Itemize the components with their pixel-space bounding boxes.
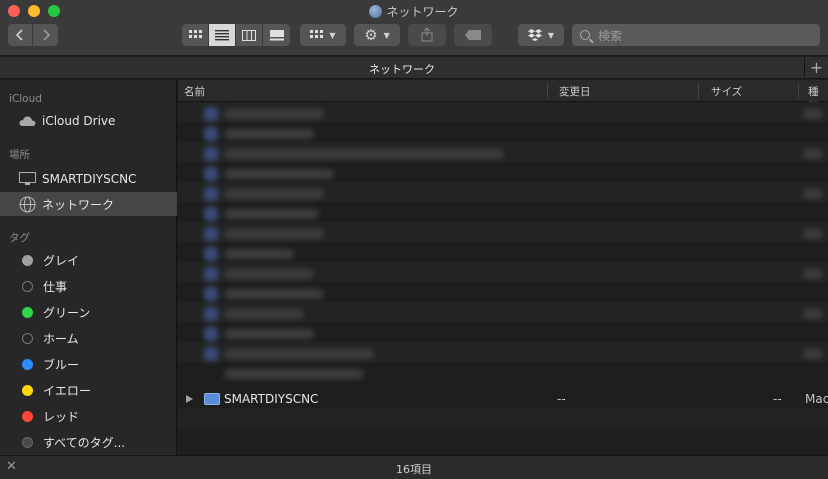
- sidebar-item-tag-work[interactable]: 仕事: [0, 274, 177, 298]
- column-name[interactable]: 名前: [184, 84, 205, 99]
- sidebar-item-network[interactable]: ネットワーク: [0, 192, 177, 216]
- sidebar-item-tag-yellow[interactable]: イエロー: [0, 378, 177, 402]
- sidebar-item-tag-red[interactable]: レッド: [0, 404, 177, 428]
- sidebar-item-tag-home[interactable]: ホーム: [0, 326, 177, 350]
- computer-icon: [204, 393, 220, 405]
- column-view-button[interactable]: [236, 24, 263, 46]
- gear-icon: ⚙: [364, 26, 378, 44]
- row-name: SMARTDIYSCNC: [224, 392, 319, 406]
- yellow-tag-dot-icon: [22, 384, 33, 396]
- column-size[interactable]: サイズ: [711, 84, 742, 99]
- add-tab-button[interactable]: +: [804, 57, 828, 79]
- row-date: --: [557, 392, 566, 406]
- empty-row: [178, 429, 828, 449]
- gallery-view-button[interactable]: [263, 24, 290, 46]
- row-kind: Mac: [805, 392, 828, 406]
- green-tag-dot-icon: [22, 306, 33, 318]
- sidebar-item-tag-blue[interactable]: ブルー: [0, 352, 177, 376]
- column-divider[interactable]: [798, 83, 799, 99]
- column-divider[interactable]: [547, 83, 548, 99]
- sidebar-item-icloud-drive[interactable]: iCloud Drive: [0, 109, 177, 133]
- chevron-left-icon: [15, 29, 23, 41]
- columns-icon: [242, 29, 256, 41]
- view-mode-segment: [182, 24, 290, 46]
- empty-row: [178, 409, 828, 429]
- nav-buttons: [8, 24, 58, 46]
- chevron-down-icon: ▼: [383, 30, 390, 40]
- share-button[interactable]: [408, 24, 446, 46]
- sidebar-heading-icloud: iCloud: [9, 93, 42, 105]
- dropbox-button[interactable]: ▼: [518, 24, 564, 46]
- search-icon: [580, 30, 590, 40]
- tag-dot-icon: [22, 332, 33, 344]
- sidebar-heading-locations: 場所: [9, 149, 30, 161]
- sidebar-heading-tags: タグ: [9, 232, 30, 244]
- share-icon: [421, 28, 433, 42]
- disclosure-triangle-icon[interactable]: [186, 395, 193, 403]
- search-placeholder: 検索: [598, 28, 623, 43]
- item-count: 16項目: [396, 463, 432, 476]
- tag-dot-icon: [22, 280, 33, 292]
- chevron-down-icon: ▼: [329, 30, 336, 40]
- sidebar-item-smartdiyscnc[interactable]: SMARTDIYSCNC: [0, 167, 177, 191]
- network-globe-icon: [369, 5, 383, 18]
- sidebar-item-tag-gray[interactable]: グレイ: [0, 248, 177, 272]
- sidebar-item-tag-green[interactable]: グリーン: [0, 300, 177, 324]
- all-tags-icon: [22, 436, 33, 448]
- window-title: ネットワーク: [0, 3, 828, 20]
- column-date[interactable]: 変更日: [559, 84, 591, 99]
- column-header: 名前 変更日 サイズ 種類: [178, 80, 828, 113]
- group-by-button[interactable]: ▼: [300, 24, 346, 46]
- tab-network[interactable]: ネットワーク: [0, 61, 804, 77]
- toolbar: ネットワーク ▼ ⚙ ▼ ▼ 検索: [0, 0, 828, 56]
- list-view-button[interactable]: [209, 24, 236, 46]
- red-tag-dot-icon: [22, 410, 33, 422]
- back-button[interactable]: [8, 24, 33, 46]
- blue-tag-dot-icon: [22, 358, 33, 370]
- table-row[interactable]: SMARTDIYSCNC -- -- Mac: [178, 389, 828, 409]
- forward-button[interactable]: [33, 24, 58, 46]
- obscured-file-rows: [178, 102, 828, 388]
- network-globe-icon: [19, 196, 36, 212]
- icon-view-button[interactable]: [182, 24, 209, 46]
- column-divider[interactable]: [698, 83, 699, 99]
- gallery-icon: [269, 29, 284, 40]
- action-menu-button[interactable]: ⚙ ▼: [354, 24, 400, 46]
- row-size: --: [773, 392, 782, 406]
- display-icon: [19, 172, 36, 186]
- search-input[interactable]: 検索: [572, 24, 820, 46]
- file-list: 名前 変更日 サイズ 種類: [178, 80, 828, 455]
- sidebar: iCloud iCloud Drive 場所 SMARTDIYSCNC ネットワ…: [0, 80, 177, 455]
- cloud-icon: [19, 114, 36, 128]
- list-icon: [215, 29, 229, 40]
- gray-tag-dot-icon: [22, 254, 33, 266]
- grid-icon: [188, 29, 202, 38]
- grid-icon: [310, 29, 324, 38]
- tab-bar: ネットワーク +: [0, 57, 828, 79]
- sidebar-item-all-tags[interactable]: すべてのタグ...: [0, 430, 177, 454]
- chevron-right-icon: [42, 29, 50, 41]
- status-bar: ✕ 16項目: [0, 455, 828, 479]
- tag-button[interactable]: [454, 24, 492, 46]
- chevron-down-icon: ▼: [547, 30, 555, 40]
- dropbox-icon: [527, 29, 542, 41]
- tag-icon: [465, 30, 481, 40]
